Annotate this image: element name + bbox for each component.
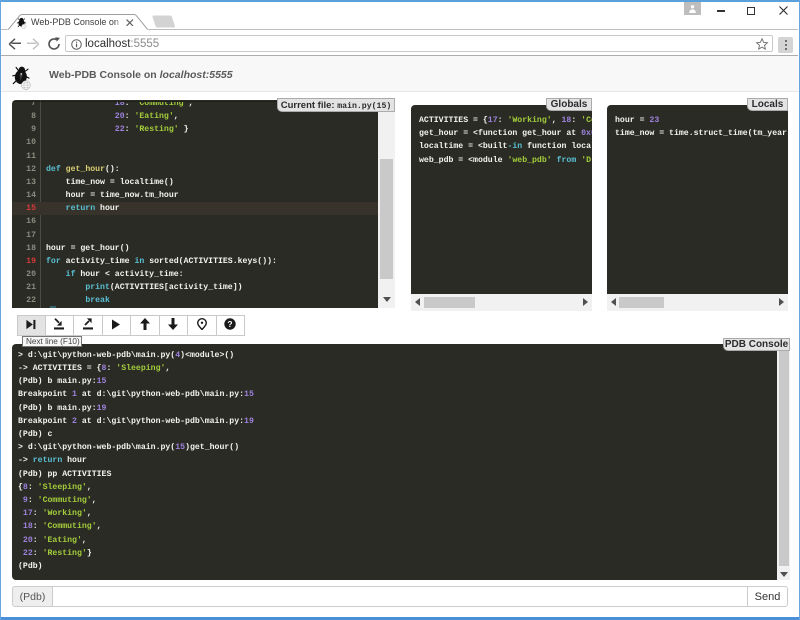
svg-text:?: ? bbox=[228, 319, 233, 329]
